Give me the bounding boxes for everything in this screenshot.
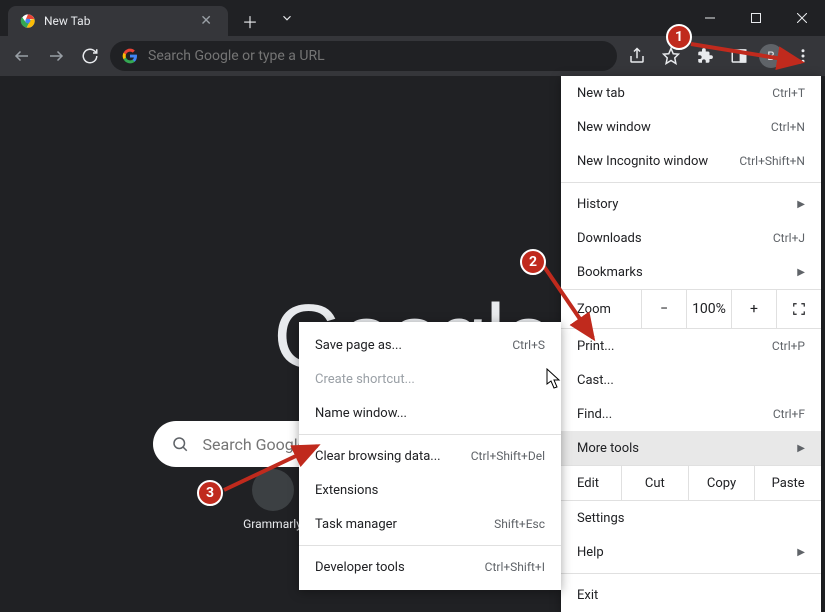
toolbar: B (0, 36, 825, 76)
side-panel-icon[interactable] (725, 42, 753, 70)
google-g-icon (122, 48, 138, 64)
menu-cast[interactable]: Cast... (561, 363, 821, 397)
close-window-button[interactable] (779, 0, 825, 36)
tile-label: Grammarly (243, 517, 302, 531)
zoom-label: Zoom (561, 302, 641, 317)
menu-cut[interactable]: Cut (621, 466, 688, 500)
menu-find[interactable]: Find...Ctrl+F (561, 397, 821, 431)
chevron-right-icon: ▶ (797, 547, 805, 558)
annotation-badge-3: 3 (197, 480, 223, 506)
forward-button[interactable] (42, 42, 70, 70)
submenu-save-page[interactable]: Save page as...Ctrl+S (299, 328, 561, 362)
menu-downloads[interactable]: DownloadsCtrl+J (561, 221, 821, 255)
annotation-badge-1: 1 (666, 24, 692, 50)
chrome-menu-button[interactable] (789, 42, 817, 70)
chrome-main-menu: New tabCtrl+T New windowCtrl+N New Incog… (561, 76, 821, 612)
omnibox[interactable] (110, 41, 617, 71)
new-tab-button[interactable]: ＋ (236, 6, 264, 36)
menu-edit-row: Edit Cut Copy Paste (561, 465, 821, 501)
window-controls (687, 0, 825, 36)
search-icon (171, 435, 189, 453)
tile-icon (252, 469, 294, 511)
menu-separator (299, 434, 561, 435)
submenu-developer-tools[interactable]: Developer toolsCtrl+Shift+I (299, 550, 561, 584)
zoom-out-button[interactable]: − (641, 290, 686, 328)
chevron-right-icon: ▶ (797, 199, 805, 210)
submenu-create-shortcut: Create shortcut... (299, 362, 561, 396)
title-bar: New Tab ✕ ＋ (0, 0, 825, 36)
minimize-button[interactable] (687, 0, 733, 36)
menu-history[interactable]: History▶ (561, 187, 821, 221)
menu-paste[interactable]: Paste (754, 466, 821, 500)
submenu-task-manager[interactable]: Task managerShift+Esc (299, 507, 561, 541)
menu-separator (561, 182, 821, 183)
menu-separator (299, 545, 561, 546)
browser-tab[interactable]: New Tab ✕ (8, 6, 228, 36)
menu-bookmarks[interactable]: Bookmarks▶ (561, 255, 821, 289)
menu-help[interactable]: Help▶ (561, 535, 821, 569)
chrome-favicon-icon (20, 13, 36, 29)
menu-settings[interactable]: Settings (561, 501, 821, 535)
menu-more-tools[interactable]: More tools▶ (561, 431, 821, 465)
annotation-badge-2: 2 (520, 249, 546, 275)
extensions-puzzle-icon[interactable] (691, 42, 719, 70)
menu-incognito[interactable]: New Incognito windowCtrl+Shift+N (561, 144, 821, 178)
edit-label: Edit (561, 466, 621, 500)
menu-new-window[interactable]: New windowCtrl+N (561, 110, 821, 144)
fullscreen-button[interactable] (776, 290, 821, 328)
share-icon[interactable] (623, 42, 651, 70)
submenu-name-window[interactable]: Name window... (299, 396, 561, 430)
omnibox-input[interactable] (148, 48, 605, 64)
mouse-cursor-icon (546, 368, 562, 390)
submenu-extensions[interactable]: Extensions (299, 473, 561, 507)
reload-button[interactable] (76, 42, 104, 70)
submenu-clear-browsing-data[interactable]: Clear browsing data...Ctrl+Shift+Del (299, 439, 561, 473)
zoom-in-button[interactable]: + (731, 290, 776, 328)
tab-close-icon[interactable]: ✕ (196, 11, 216, 31)
maximize-button[interactable] (733, 0, 779, 36)
more-tools-submenu: Save page as...Ctrl+S Create shortcut...… (299, 322, 561, 590)
tab-search-chevron-icon[interactable] (264, 0, 310, 36)
chevron-right-icon: ▶ (797, 443, 805, 454)
menu-zoom-row: Zoom − 100% + (561, 289, 821, 329)
zoom-value: 100% (686, 290, 731, 328)
back-button[interactable] (8, 42, 36, 70)
menu-copy[interactable]: Copy (688, 466, 755, 500)
tab-title: New Tab (44, 14, 196, 28)
chevron-right-icon: ▶ (797, 267, 805, 278)
avatar-initial: B (767, 49, 774, 63)
menu-separator (561, 573, 821, 574)
menu-new-tab[interactable]: New tabCtrl+T (561, 76, 821, 110)
menu-exit[interactable]: Exit (561, 578, 821, 612)
menu-print[interactable]: Print...Ctrl+P (561, 329, 821, 363)
profile-avatar[interactable]: B (759, 44, 783, 68)
